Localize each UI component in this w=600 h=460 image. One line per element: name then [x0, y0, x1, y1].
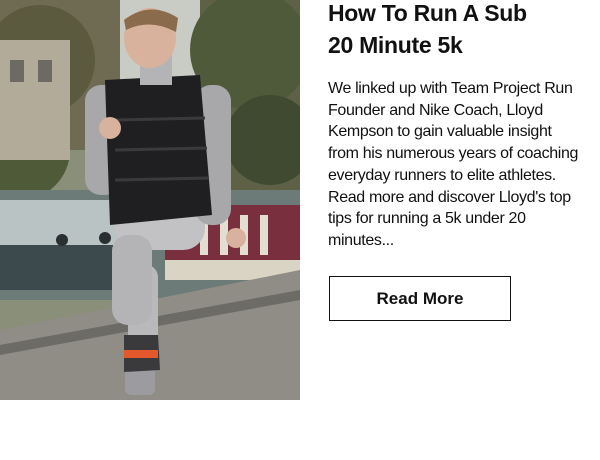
article-title: How To Run A Sub 20 Minute 5k [328, 0, 580, 61]
article-body: We linked up with Team Project Run Found… [328, 80, 579, 249]
runner-photo-icon [0, 0, 300, 400]
title-line-1: How To Run A Sub [328, 0, 527, 26]
title-line-2: 20 Minute 5k [328, 32, 463, 58]
read-more-button[interactable]: Read More [329, 276, 511, 321]
hero-image[interactable] [0, 0, 300, 400]
